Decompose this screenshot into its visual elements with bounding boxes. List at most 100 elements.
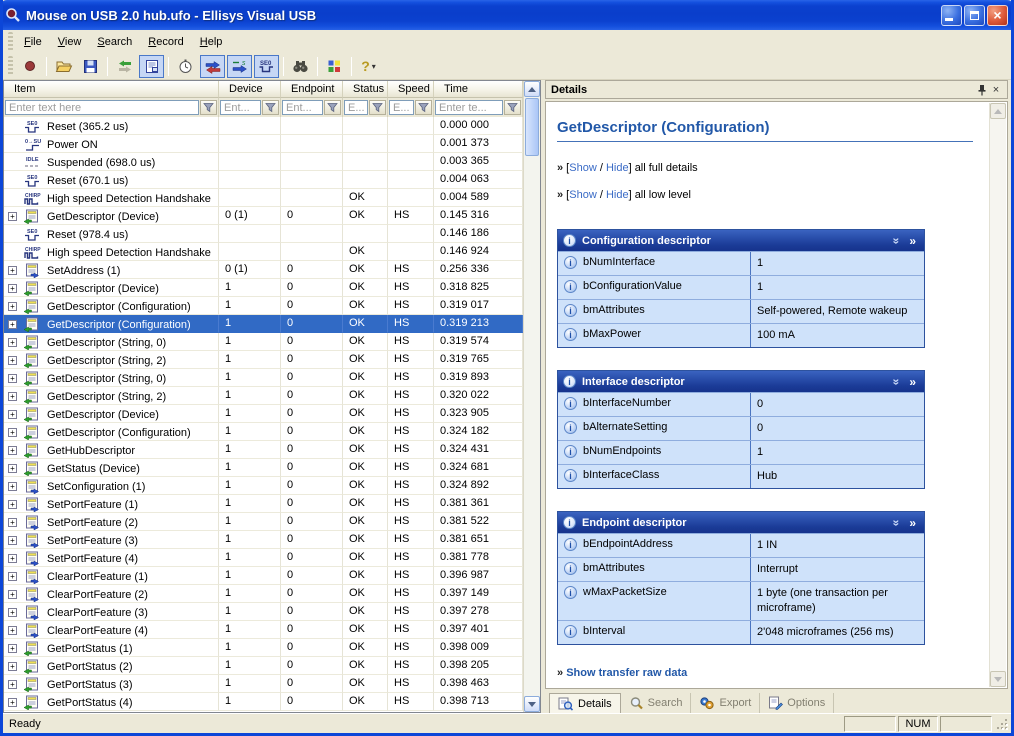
expand-button[interactable]: +	[8, 626, 17, 635]
expand-button[interactable]: +	[8, 392, 17, 401]
table-row[interactable]: +ClearPortFeature (3)10OKHS0.397 278	[4, 603, 523, 621]
table-row[interactable]: +SetPortFeature (1)10OKHS0.381 361	[4, 495, 523, 513]
expand-button[interactable]: +	[8, 302, 17, 311]
menu-record[interactable]: Record	[140, 33, 191, 51]
table-row[interactable]: +GetHubDescriptor10OKHS0.324 431	[4, 441, 523, 459]
filter-input-time[interactable]: Enter te...	[435, 100, 503, 115]
table-row[interactable]: IDLESuspended (698.0 us)0.003 365	[4, 153, 523, 171]
expand-button[interactable]: +	[8, 338, 17, 347]
details-view-button[interactable]	[139, 55, 164, 78]
table-row[interactable]: +GetDescriptor (String, 2)10OKHS0.320 02…	[4, 387, 523, 405]
expand-button[interactable]: +	[8, 554, 17, 563]
colors-button[interactable]	[322, 55, 347, 78]
filter-input-status[interactable]: E...	[344, 100, 368, 115]
open-button[interactable]	[51, 55, 76, 78]
expand-more-icon[interactable]: »	[909, 377, 916, 387]
table-row[interactable]: +ClearPortFeature (1)10OKHS0.396 987	[4, 567, 523, 585]
filter-funnel-button-speed[interactable]	[415, 100, 432, 115]
scroll-down-button[interactable]	[524, 696, 540, 712]
expand-button[interactable]: +	[8, 212, 17, 221]
help-button[interactable]: ?▾	[356, 55, 381, 78]
menubar-grip[interactable]	[8, 32, 13, 50]
expand-button[interactable]: +	[8, 518, 17, 527]
table-row[interactable]: +GetDescriptor (Configuration)10OKHS0.31…	[4, 315, 523, 333]
table-row[interactable]: +GetPortStatus (2)10OKHS0.398 205	[4, 657, 523, 675]
scroll-up-button[interactable]	[524, 81, 540, 97]
expand-button[interactable]: +	[8, 284, 17, 293]
find-button[interactable]	[288, 55, 313, 78]
details-close-button[interactable]: ×	[989, 83, 1003, 97]
timing-button[interactable]	[173, 55, 198, 78]
filter-funnel-button-device[interactable]	[262, 100, 279, 115]
menu-file[interactable]: File	[16, 33, 50, 51]
details-scroll-down-button[interactable]	[990, 671, 1006, 687]
expand-button[interactable]: +	[8, 644, 17, 653]
navigate-button[interactable]	[112, 55, 137, 78]
column-header-status[interactable]: Status	[343, 81, 388, 98]
show-link[interactable]: Show	[569, 162, 597, 174]
table-row[interactable]: +GetPortStatus (3)10OKHS0.398 463	[4, 675, 523, 693]
menu-search[interactable]: Search	[89, 33, 140, 51]
record-button[interactable]	[17, 55, 42, 78]
table-row[interactable]: +SetPortFeature (4)10OKHS0.381 778	[4, 549, 523, 567]
details-scroll-up-button[interactable]	[990, 103, 1006, 119]
expand-button[interactable]: +	[8, 374, 17, 383]
tab-details[interactable]: Details	[549, 693, 621, 713]
expand-button[interactable]: +	[8, 410, 17, 419]
collapse-icon[interactable]: »	[891, 378, 901, 385]
table-row[interactable]: +GetDescriptor (String, 0)10OKHS0.319 57…	[4, 333, 523, 351]
minimize-button[interactable]	[941, 5, 962, 26]
column-header-item[interactable]: Item	[4, 81, 219, 98]
table-row[interactable]: +SetPortFeature (2)10OKHS0.381 522	[4, 513, 523, 531]
expand-button[interactable]: +	[8, 590, 17, 599]
collapse-icon[interactable]: »	[891, 237, 901, 244]
column-header-time[interactable]: Time	[434, 81, 523, 98]
table-row[interactable]: SE0Reset (365.2 us)0.000 000	[4, 117, 523, 135]
column-header-device[interactable]: Device	[219, 81, 281, 98]
table-row[interactable]: +GetDescriptor (Device)10OKHS0.318 825	[4, 279, 523, 297]
expand-more-icon[interactable]: »	[909, 518, 916, 528]
show-link[interactable]: Show	[569, 189, 597, 201]
pin-button[interactable]	[975, 83, 989, 97]
filter-input-device[interactable]: Ent...	[220, 100, 261, 115]
filter-funnel-button-endpoint[interactable]	[324, 100, 341, 115]
expand-button[interactable]: +	[8, 266, 17, 275]
close-button[interactable]: ×	[987, 5, 1008, 26]
table-row[interactable]: +GetDescriptor (Configuration)10OKHS0.32…	[4, 423, 523, 441]
expand-more-icon[interactable]: »	[909, 236, 916, 246]
filter-funnel-button-item[interactable]	[200, 100, 217, 115]
hide-link[interactable]: Hide	[606, 162, 629, 174]
table-row[interactable]: +GetDescriptor (Configuration)10OKHS0.31…	[4, 297, 523, 315]
maximize-button[interactable]	[964, 5, 985, 26]
table-row[interactable]: CHIRPHigh speed Detection HandshakeOK0.0…	[4, 189, 523, 207]
table-row[interactable]: +GetStatus (Device)10OKHS0.324 681	[4, 459, 523, 477]
save-button[interactable]	[78, 55, 103, 78]
expand-button[interactable]: +	[8, 446, 17, 455]
table-row[interactable]: SE0Reset (670.1 us)0.004 063	[4, 171, 523, 189]
menu-help[interactable]: Help	[192, 33, 231, 51]
filter-input-endpoint[interactable]: Ent...	[282, 100, 323, 115]
tab-options[interactable]: Options	[760, 693, 834, 713]
table-row[interactable]: CHIRPHigh speed Detection HandshakeOK0.1…	[4, 243, 523, 261]
filter-input-speed[interactable]: E...	[389, 100, 414, 115]
split-transactions-button[interactable]: s	[227, 55, 252, 78]
filter-funnel-button-time[interactable]	[504, 100, 521, 115]
hide-link[interactable]: Hide	[606, 189, 629, 201]
expand-button[interactable]: +	[8, 320, 17, 329]
expand-button[interactable]: +	[8, 464, 17, 473]
column-header-endpoint[interactable]: Endpoint	[281, 81, 343, 98]
table-row[interactable]: +ClearPortFeature (2)10OKHS0.397 149	[4, 585, 523, 603]
transactions-button[interactable]	[200, 55, 225, 78]
table-row[interactable]: +GetDescriptor (Device)10OKHS0.323 905	[4, 405, 523, 423]
show-raw-data-link[interactable]: Show transfer raw data	[566, 667, 687, 679]
expand-button[interactable]: +	[8, 662, 17, 671]
filter-input-item[interactable]: Enter text here	[5, 100, 199, 115]
scroll-thumb[interactable]	[525, 98, 539, 156]
table-row[interactable]: +GetPortStatus (4)10OKHS0.398 713	[4, 693, 523, 711]
expand-button[interactable]: +	[8, 536, 17, 545]
expand-button[interactable]: +	[8, 680, 17, 689]
table-row[interactable]: +SetConfiguration (1)10OKHS0.324 892	[4, 477, 523, 495]
table-row[interactable]: +ClearPortFeature (4)10OKHS0.397 401	[4, 621, 523, 639]
collapse-icon[interactable]: »	[891, 519, 901, 526]
filter-funnel-button-status[interactable]	[369, 100, 386, 115]
